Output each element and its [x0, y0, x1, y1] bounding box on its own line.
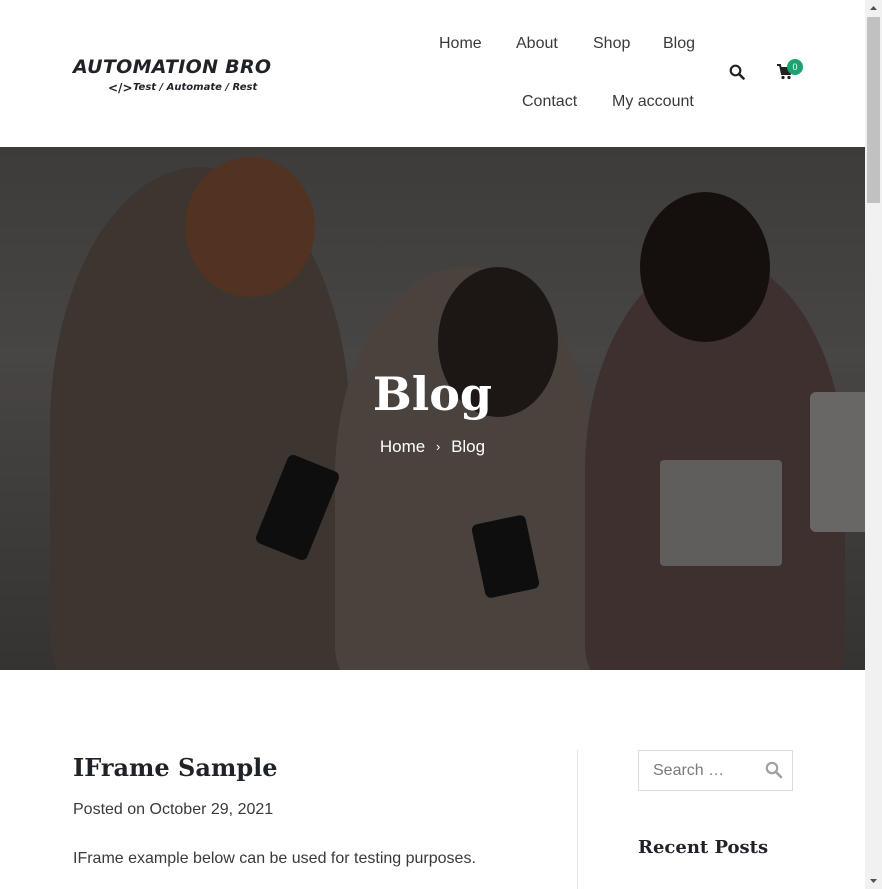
content-sidebar-divider [577, 750, 578, 889]
post-title[interactable]: IFrame Sample [73, 753, 278, 782]
logo-tagline: Test / Automate / Rest [133, 82, 258, 93]
post-meta: Posted on October 29, 2021 [73, 801, 273, 819]
page-title: Blog [372, 367, 493, 421]
nav-home[interactable]: Home [439, 35, 482, 53]
breadcrumb-home[interactable]: Home [380, 437, 425, 457]
hero-banner: Blog Home › Blog [0, 147, 865, 670]
search-submit-icon[interactable] [765, 761, 783, 779]
site-header: AUTOMATION BRO </> Test / Automate / Res… [0, 0, 865, 147]
page: AUTOMATION BRO </> Test / Automate / Res… [0, 0, 865, 889]
cart-count-badge: 0 [787, 59, 803, 75]
search-input[interactable] [639, 751, 759, 790]
code-icon: </> [108, 81, 133, 95]
nav-my-account[interactable]: My account [612, 93, 694, 111]
logo-title: AUTOMATION BRO [73, 56, 272, 78]
chevron-right-icon: › [435, 439, 441, 455]
site-logo[interactable]: AUTOMATION BRO </> Test / Automate / Res… [73, 56, 283, 100]
search-icon[interactable] [729, 64, 745, 80]
scrollbar[interactable] [865, 0, 882, 889]
scrollbar-thumb[interactable] [867, 17, 880, 203]
scroll-up-icon[interactable] [865, 0, 882, 17]
widget-title-recent-posts: Recent Posts [638, 837, 769, 858]
scroll-down-icon[interactable] [865, 872, 882, 889]
nav-blog[interactable]: Blog [663, 35, 695, 53]
post-meta-prefix: Posted on [73, 801, 146, 818]
post-excerpt: IFrame example below can be used for tes… [73, 850, 476, 867]
sidebar-search [638, 750, 793, 791]
nav-shop[interactable]: Shop [593, 35, 630, 53]
post-date[interactable]: October 29, 2021 [150, 801, 274, 818]
nav-contact[interactable]: Contact [522, 93, 577, 111]
nav-about[interactable]: About [516, 35, 558, 53]
breadcrumb: Home › Blog [0, 436, 865, 457]
logo-tagline-row: </> Test / Automate / Rest [108, 81, 258, 95]
breadcrumb-current: Blog [451, 436, 486, 456]
